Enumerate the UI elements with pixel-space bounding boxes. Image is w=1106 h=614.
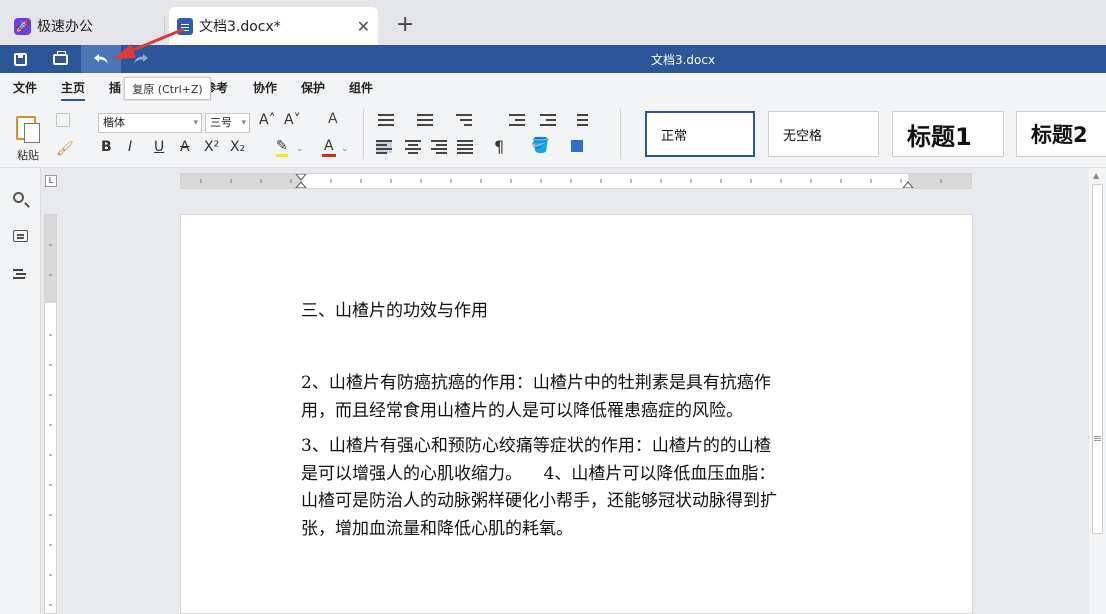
- borders-icon[interactable]: [571, 140, 583, 152]
- paragraph-anticancer[interactable]: 2、山楂片有防癌抗癌的作用：山楂片中的牡荆素是具有抗癌作 用，而且经常食用山楂片…: [301, 370, 901, 425]
- undo-tooltip: 复原 (Ctrl+Z): [124, 77, 211, 100]
- ruler-ticks: [200, 174, 942, 188]
- style-normal[interactable]: 正常: [645, 111, 755, 157]
- text-line: 山楂可是防治人的动脉粥样硬化小帮手，还能够冠状动脉得到扩: [301, 491, 777, 511]
- tab-label: 文档3.docx*: [199, 19, 281, 35]
- ruler-ticks: [49, 244, 52, 606]
- close-tab-icon[interactable]: ✕: [357, 17, 370, 36]
- tab-bar: 🚀 极速办公 文档3.docx* ✕ +: [0, 0, 1106, 45]
- horizontal-ruler[interactable]: [180, 173, 972, 189]
- new-tab-button[interactable]: +: [396, 12, 414, 37]
- page-icon: [24, 123, 40, 143]
- highlight-color-button[interactable]: ✎: [276, 138, 288, 157]
- justify-icon[interactable]: [457, 140, 473, 154]
- font-size-select[interactable]: 三号 ▾: [205, 113, 250, 133]
- undo-button[interactable]: [81, 45, 121, 73]
- copy-icon[interactable]: [56, 113, 70, 127]
- document-page[interactable]: 三、山楂片的功效与作用 2、山楂片有防癌抗癌的作用：山楂片中的牡荆素是具有抗癌作…: [180, 214, 973, 614]
- chevron-down-icon[interactable]: ⌄: [296, 144, 304, 154]
- format-painter-icon[interactable]: 🖌: [56, 141, 74, 157]
- clear-format-button[interactable]: A: [328, 111, 338, 127]
- font-name-select[interactable]: 楷体 ▾: [98, 113, 202, 133]
- rocket-icon: 🚀: [14, 17, 31, 35]
- shading-icon[interactable]: 🪣: [531, 136, 550, 154]
- menu-protect[interactable]: 保护: [301, 79, 325, 96]
- undo-icon: [94, 54, 108, 64]
- search-icon[interactable]: [13, 192, 24, 203]
- style-heading-1[interactable]: 标题1: [892, 111, 1004, 157]
- align-right-icon[interactable]: [431, 140, 447, 154]
- scroll-up-icon[interactable]: ▲: [1093, 171, 1099, 180]
- menu-file[interactable]: 文件: [13, 79, 37, 96]
- navigation-icon[interactable]: [13, 269, 29, 282]
- left-sidebar: [0, 168, 41, 614]
- menu-insert[interactable]: 插: [109, 79, 121, 96]
- italic-button[interactable]: I: [128, 139, 132, 155]
- font-color-button[interactable]: A: [322, 138, 336, 157]
- save-button[interactable]: [0, 45, 40, 73]
- paste-button[interactable]: [14, 113, 42, 143]
- comment-icon[interactable]: [13, 230, 28, 242]
- ribbon-divider: [620, 109, 621, 159]
- paragraph-heart[interactable]: 3、山楂片有强心和预防心绞痛等症状的作用：山楂片的的山楂 是可以增强人的心肌收缩…: [301, 433, 901, 543]
- tab-divider: [164, 17, 165, 35]
- heading-paragraph[interactable]: 三、山楂片的功效与作用: [301, 298, 901, 326]
- shrink-font-button[interactable]: A˅: [284, 112, 301, 128]
- chevron-down-icon[interactable]: ⌄: [341, 144, 349, 154]
- save-icon: [13, 52, 27, 66]
- grip-icon: [1094, 436, 1101, 437]
- numbered-list-icon[interactable]: [417, 114, 433, 127]
- ribbon-divider: [363, 109, 364, 159]
- scrollbar-thumb[interactable]: [1092, 184, 1103, 534]
- tab-stop-selector[interactable]: L: [45, 175, 57, 187]
- menu-collaborate[interactable]: 协作: [253, 79, 277, 96]
- bold-button[interactable]: B: [101, 139, 112, 155]
- style-label: 标题2: [1031, 123, 1088, 147]
- text-line: 是可以增强人的心肌收缩力。 4、山楂片可以降低血压血脂：: [301, 463, 776, 484]
- style-label: 无空格: [783, 128, 823, 144]
- grow-font-button[interactable]: A˄: [259, 112, 276, 128]
- document-title: 文档3.docx: [650, 53, 716, 67]
- redo-icon: [134, 54, 148, 64]
- style-label: 正常: [661, 128, 688, 144]
- menu-home[interactable]: 主页: [61, 79, 86, 101]
- menu-plugins[interactable]: 组件: [349, 79, 373, 96]
- align-left-icon[interactable]: [376, 140, 392, 154]
- strikethrough-button[interactable]: A: [180, 139, 190, 155]
- style-no-spacing[interactable]: 无空格: [768, 111, 879, 157]
- text-line: 3、山楂片有强心和预防心绞痛等症状的作用：山楂片的的山楂: [301, 436, 771, 456]
- text-line: 用，而且经常食用山楂片的人是可以降低罹患癌症的风险。: [301, 400, 743, 421]
- chevron-down-icon: ▾: [193, 118, 198, 128]
- quick-access-bar: 文档3.docx: [0, 45, 1106, 73]
- style-heading-2[interactable]: 标题2: [1016, 111, 1106, 157]
- tab-label: 极速办公: [37, 19, 93, 35]
- vertical-scrollbar[interactable]: ▲: [1089, 168, 1106, 614]
- align-center-icon[interactable]: [405, 140, 421, 154]
- subscript-button[interactable]: X₂: [230, 139, 245, 155]
- vertical-ruler[interactable]: [44, 214, 57, 614]
- text-line: 2、山楂片有防癌抗癌的作用：山楂片中的牡荆素是具有抗癌作: [301, 373, 771, 393]
- superscript-button[interactable]: X²: [204, 139, 219, 155]
- underline-button[interactable]: U: [154, 139, 164, 155]
- chevron-down-icon: ▾: [241, 118, 246, 128]
- tab-app-home[interactable]: 🚀 极速办公: [0, 7, 163, 45]
- font-name-value: 楷体: [103, 116, 125, 129]
- ribbon-toolbar: 粘贴 🖌 楷体 ▾ 三号 ▾ A˄ A˅ A B I U A X² X₂ ✎ ⌄…: [0, 101, 1106, 168]
- multilevel-list-icon[interactable]: [456, 114, 472, 127]
- decrease-indent-icon[interactable]: [509, 114, 525, 127]
- line-spacing-icon[interactable]: [572, 114, 588, 127]
- redo-button[interactable]: [121, 45, 161, 73]
- text-line: 张，增加血流量和降低心肌的耗氧。: [301, 518, 573, 539]
- show-formatting-button[interactable]: ¶: [494, 137, 504, 156]
- tab-document[interactable]: 文档3.docx* ✕: [169, 7, 378, 45]
- style-label: 标题1: [907, 122, 972, 151]
- paste-label: 粘贴: [17, 149, 39, 162]
- increase-indent-icon[interactable]: [540, 114, 556, 127]
- document-icon: [177, 17, 193, 35]
- print-button[interactable]: [40, 45, 80, 73]
- bullet-list-icon[interactable]: [378, 114, 394, 127]
- print-icon: [52, 50, 68, 65]
- font-size-value: 三号: [210, 116, 232, 129]
